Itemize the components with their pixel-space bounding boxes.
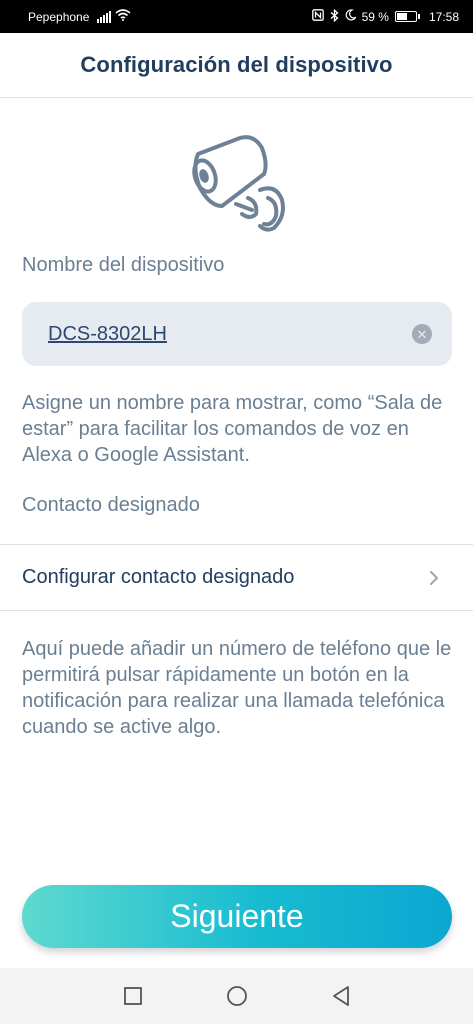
clear-icon[interactable]: ✕ xyxy=(412,324,432,344)
device-name-help: Asigne un nombre para mostrar, como “Sal… xyxy=(22,392,443,466)
page-title: Configuración del dispositivo xyxy=(80,52,393,77)
contact-help: Aquí puede añadir un número de teléfono … xyxy=(22,638,452,738)
bluetooth-icon xyxy=(330,8,339,25)
chevron-right-icon xyxy=(427,570,441,586)
device-name-label: Nombre del dispositivo xyxy=(22,254,225,276)
status-bar: Pepephone 59 % 17:58 xyxy=(0,0,473,33)
battery-icon xyxy=(394,11,420,22)
nfc-icon xyxy=(311,9,324,24)
contact-section-label: Contacto designado xyxy=(22,494,200,516)
camera-icon xyxy=(178,128,298,236)
home-icon[interactable] xyxy=(225,984,249,1008)
clock: 17:58 xyxy=(428,9,459,24)
moon-icon xyxy=(345,9,357,24)
device-name-field[interactable]: ✕ xyxy=(22,302,452,366)
carrier-name: Pepephone xyxy=(28,9,90,24)
next-button[interactable]: Siguiente xyxy=(22,885,452,948)
battery-percent: 59 % xyxy=(361,9,389,24)
system-nav-bar xyxy=(0,968,473,1024)
wifi-icon xyxy=(115,9,131,24)
next-button-label: Siguiente xyxy=(170,898,304,934)
recents-icon[interactable] xyxy=(121,984,145,1008)
device-name-input[interactable] xyxy=(48,322,412,346)
app-header: Configuración del dispositivo xyxy=(0,33,473,98)
configure-contact-label: Configurar contacto designado xyxy=(22,566,295,588)
back-icon[interactable] xyxy=(329,984,353,1008)
signal-icon xyxy=(97,10,112,23)
configure-contact-row[interactable]: Configurar contacto designado xyxy=(0,544,473,611)
battery-level xyxy=(396,13,407,20)
